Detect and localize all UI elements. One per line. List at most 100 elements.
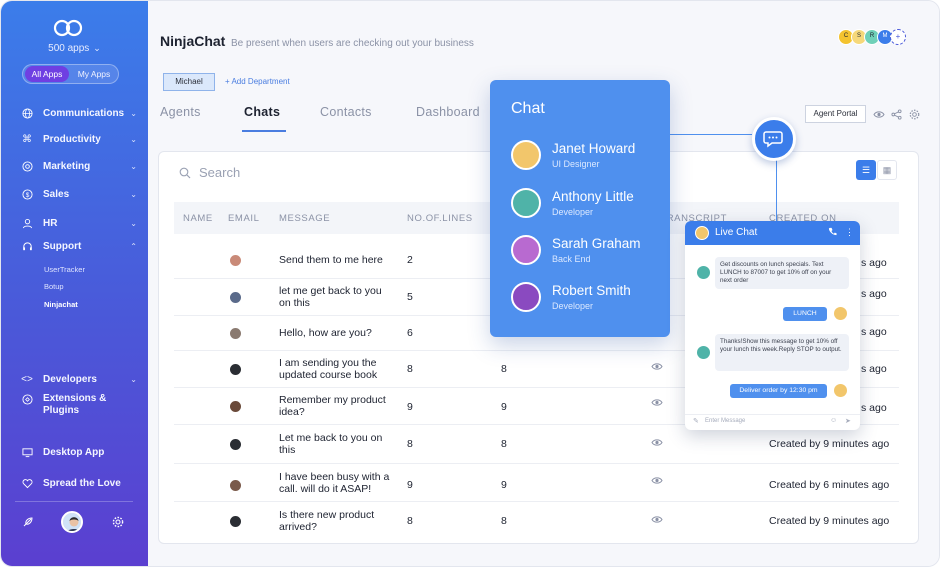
phone-icon[interactable] [828, 227, 837, 238]
outgoing-message: Deliver order by 12:30 pm [730, 384, 827, 398]
chat-contact[interactable]: Janet Howard UI Designer [511, 140, 661, 174]
row-message: Let me back to you on this [279, 432, 383, 456]
more-vertical-icon[interactable]: ⋮ [845, 227, 854, 238]
contact-name: Robert Smith [552, 283, 631, 298]
row-message: Is there new product arrived? [279, 509, 375, 533]
team-avatars[interactable]: C S R M + [838, 29, 906, 47]
contact-name: Sarah Graham [552, 236, 641, 251]
sidebar-item-label: Sales [43, 188, 70, 200]
gear-icon[interactable] [908, 108, 920, 120]
contact-role: Developer [552, 301, 594, 311]
sidebar-item-productivity[interactable]: ⌘ Productivity ⌄ [21, 131, 137, 147]
brand-logo-icon[interactable] [53, 19, 83, 37]
row-message: Hello, how are you? [279, 327, 372, 339]
department-chip[interactable]: Michael [163, 73, 215, 91]
tab-dashboard[interactable]: Dashboard [416, 105, 480, 119]
chevron-down-icon: ⌄ [130, 218, 137, 228]
avatar[interactable] [61, 511, 83, 533]
row-lines: 8 [407, 438, 413, 450]
contact-role: UI Designer [552, 159, 600, 169]
all-apps-pill[interactable]: All Apps [25, 66, 69, 82]
dollar-icon: $ [21, 188, 33, 200]
live-chat-title: Live Chat [715, 227, 758, 238]
sidebar-item-support[interactable]: Support ⌃ [21, 238, 137, 254]
sidebar-item-label: HR [43, 217, 58, 229]
row-count: 9 [501, 401, 507, 413]
tab-agents[interactable]: Agents [160, 105, 201, 119]
row-created-partial: s ago [861, 257, 887, 269]
eye-icon[interactable] [873, 108, 885, 120]
send-icon[interactable]: ➤ [845, 417, 851, 425]
sidebar-item-hr[interactable]: HR ⌄ [21, 215, 137, 231]
row-count: 8 [501, 515, 507, 527]
table-row[interactable]: I have been busy with a call. will do it… [174, 464, 899, 502]
sidebar-item-sales[interactable]: $ Sales ⌄ [21, 186, 137, 202]
chat-bubble-icon[interactable] [752, 117, 796, 161]
table-row[interactable]: Let me back to you on this 8 8 Created b… [174, 425, 899, 464]
chevron-down-icon: ⌄ [130, 374, 137, 384]
avatar [511, 235, 541, 265]
row-lines: 9 [407, 479, 413, 491]
emoji-icon[interactable]: ☺ [830, 417, 837, 424]
apps-filter-toggle: All Apps My Apps [22, 64, 119, 84]
sidebar-subitem-usertracker[interactable]: UserTracker [44, 265, 85, 274]
search-input[interactable] [199, 162, 459, 182]
table-row[interactable]: Is there new product arrived? 8 8 Create… [174, 502, 899, 540]
agent-portal-button[interactable]: Agent Portal [805, 105, 866, 123]
message-input-placeholder: Enter Message [705, 418, 746, 424]
tab-contacts[interactable]: Contacts [320, 105, 372, 119]
row-message: I have been busy with a call. will do it… [279, 471, 390, 495]
row-created-partial: s ago [861, 402, 887, 414]
avatar [697, 346, 710, 359]
tab-chats[interactable]: Chats [244, 105, 280, 119]
chevron-down-icon: ⌄ [93, 43, 101, 53]
feather-icon[interactable] [21, 515, 35, 529]
chat-contact[interactable]: Sarah Graham Back End [511, 235, 661, 269]
sidebar-item-spread-the-love[interactable]: Spread the Love [21, 475, 137, 491]
sidebar-item-label: Desktop App [43, 446, 105, 458]
grid-view-button[interactable]: ▦ [877, 160, 897, 180]
apps-count-dropdown[interactable]: 500 apps ⌄ [1, 43, 148, 54]
page-subtitle: Be present when users are checking out y… [231, 38, 474, 49]
row-created-partial: s ago [861, 363, 887, 375]
sidebar-subitem-ninjachat[interactable]: Ninjachat [44, 300, 78, 309]
chat-contact[interactable]: Robert Smith Developer [511, 282, 661, 316]
share-icon[interactable] [890, 108, 902, 120]
column-header-email[interactable]: EMAIL [228, 213, 260, 224]
eye-icon[interactable] [651, 438, 663, 450]
avatar [834, 384, 847, 397]
globe-icon [21, 107, 33, 119]
attach-icon[interactable]: ✎ [693, 417, 699, 425]
sidebar-subitem-botup[interactable]: Botup [44, 282, 64, 291]
column-header-lines[interactable]: NO.OF.LINES [407, 213, 473, 224]
row-message: I am sending you the updated course book [279, 357, 378, 381]
sidebar-item-label: Extensions & Plugins [43, 393, 107, 416]
eye-icon[interactable] [651, 515, 663, 527]
eye-icon[interactable] [651, 398, 663, 410]
puzzle-icon [21, 393, 33, 405]
sidebar-item-developers[interactable]: <> Developers ⌄ [21, 371, 137, 387]
my-apps-pill[interactable]: My Apps [71, 66, 117, 82]
add-user-icon[interactable]: + [890, 29, 906, 45]
sidebar-item-desktop-app[interactable]: Desktop App [21, 444, 137, 460]
sidebar-item-extensions[interactable]: Extensions & Plugins [21, 393, 137, 419]
column-header-name[interactable]: NAME [183, 213, 213, 224]
message-input[interactable]: ✎ Enter Message ☺ ➤ [685, 414, 860, 430]
row-count: 8 [501, 363, 507, 375]
sidebar-item-label: Developers [43, 373, 97, 385]
eye-icon[interactable] [651, 362, 663, 374]
column-header-message[interactable]: MESSAGE [279, 213, 330, 224]
avatar [229, 327, 242, 340]
row-lines: 2 [407, 254, 413, 266]
list-view-button[interactable]: ☰ [856, 160, 876, 180]
heart-icon [21, 477, 33, 489]
chat-agents-panel: Chat Janet Howard UI Designer Anthony Li… [490, 80, 670, 337]
sidebar-item-marketing[interactable]: Marketing ⌄ [21, 158, 137, 174]
eye-icon[interactable] [651, 476, 663, 488]
chat-contact[interactable]: Anthony Little Developer [511, 188, 661, 222]
sidebar-item-communications[interactable]: Communications ⌄ [21, 105, 137, 121]
avatar [229, 438, 242, 451]
add-department-link[interactable]: + Add Department [225, 77, 290, 86]
sidebar-item-label: Marketing [43, 160, 91, 172]
gear-icon[interactable] [111, 515, 125, 529]
